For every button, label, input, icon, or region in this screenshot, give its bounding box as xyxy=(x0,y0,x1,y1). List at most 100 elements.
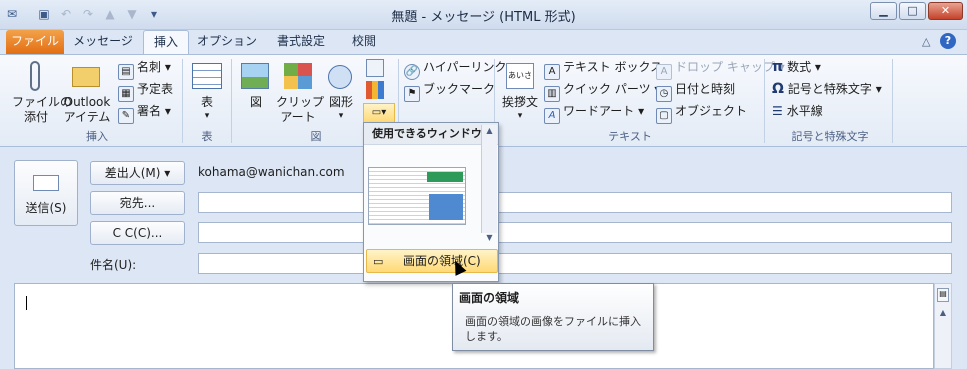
window-thumbnail[interactable] xyxy=(368,167,466,225)
screen-clipping-icon: ▭ xyxy=(373,255,384,268)
help-icon[interactable]: ? xyxy=(940,33,956,49)
horizontal-line-icon: ☰ xyxy=(772,104,783,118)
bookmark-button[interactable]: ⚑ ブックマーク xyxy=(404,79,495,102)
tab-file[interactable]: ファイル xyxy=(6,30,64,54)
dropdown-scrollbar[interactable]: ▲ ▼ xyxy=(481,125,497,242)
quick-parts-label: クイック パーツ xyxy=(563,82,651,96)
greeting-button[interactable]: あいさつ 挨拶文 ▾ xyxy=(500,59,540,125)
available-windows-header: 使用できるウィンドウ xyxy=(364,123,498,145)
greeting-dropdown-icon: ▾ xyxy=(517,111,523,121)
envelope-icon xyxy=(72,67,100,87)
tab-options[interactable]: オプション xyxy=(196,30,258,54)
insert-group-label: 挿入 xyxy=(86,130,108,143)
send-button[interactable]: 送信(S) xyxy=(14,160,78,226)
shapes-label: 図形 xyxy=(328,95,353,109)
cc-button[interactable]: C C(C)... xyxy=(90,221,185,245)
shapes-dropdown-icon: ▾ xyxy=(338,111,344,121)
calendar-button[interactable]: ▦ 予定表 xyxy=(118,79,174,102)
window-title: 無題 - メッセージ (HTML 形式) xyxy=(391,10,576,25)
smartart-icon[interactable] xyxy=(366,59,384,77)
group-divider xyxy=(892,59,893,143)
scroll-up-icon[interactable]: ▲ xyxy=(483,126,496,139)
screenshot-button[interactable]: ▭▾ xyxy=(363,103,395,123)
object-button[interactable]: ▢ オブジェクト xyxy=(656,101,748,124)
clipart-button[interactable]: クリップ アート xyxy=(276,59,325,125)
text-box-button[interactable]: Aテキスト ボックス ▾ xyxy=(544,57,672,80)
signature-icon: ✎ xyxy=(118,108,134,124)
hyperlink-button[interactable]: 🔗 ハイパーリンク xyxy=(404,57,507,80)
tab-message[interactable]: メッセージ xyxy=(70,30,136,54)
calendar-icon: ▦ xyxy=(118,86,134,102)
picture-button[interactable]: 図 xyxy=(238,59,274,125)
screenshot-dropdown: 使用できるウィンドウ ▲ ▼ ▭ 画面の領域(C) xyxy=(363,122,499,282)
close-button[interactable]: ✕ xyxy=(928,2,963,20)
tooltip-description: 画面の領域の画像をファイルに挿入します。 xyxy=(465,315,641,343)
table-button[interactable]: 表 ▾ xyxy=(188,59,226,125)
business-card-label: 名刺 xyxy=(137,60,162,74)
screen-clipping-tooltip: 画面の領域 画面の領域の画像をファイルに挿入します。 xyxy=(452,283,654,351)
subject-label: 件名(U): xyxy=(90,258,137,272)
symbols-group-label: 記号と特殊文字 xyxy=(791,130,869,143)
outlook-message-window: ✉ ▣ ↶ ↷ ▲ ▼ ▾ 無題 - メッセージ (HTML 形式) ▁ □ ✕… xyxy=(0,0,967,369)
wordart-icon: A xyxy=(544,108,560,124)
pi-icon: π xyxy=(772,59,784,75)
send-envelope-icon xyxy=(33,175,59,191)
clipart-icon xyxy=(284,63,312,89)
ruler-toggle-icon[interactable]: ▤ xyxy=(937,288,949,302)
drop-cap-button[interactable]: A ドロップ キャップ ▾ xyxy=(656,57,785,80)
subject-field[interactable] xyxy=(198,253,952,274)
business-card-icon: ▤ xyxy=(118,64,134,80)
object-label: オブジェクト xyxy=(675,104,748,118)
drop-cap-icon: A xyxy=(656,64,672,80)
symbol-button[interactable]: Ω 記号と特殊文字 ▾ xyxy=(772,79,882,99)
table-label: 表 xyxy=(200,95,213,109)
calendar-label: 予定表 xyxy=(137,82,174,96)
attach-file-label: ファイルの 添付 xyxy=(12,95,73,124)
equation-button[interactable]: π 数式 ▾ xyxy=(772,57,821,77)
thumbnail-green-bar xyxy=(427,172,463,182)
paperclip-icon xyxy=(30,61,40,91)
clipart-label: クリップ アート xyxy=(276,95,325,124)
scroll-down-icon[interactable]: ▼ xyxy=(483,233,496,246)
date-time-button[interactable]: ◷ 日付と時刻 xyxy=(656,79,736,102)
object-icon: ▢ xyxy=(656,108,672,124)
shapes-button[interactable]: 図形 ▾ xyxy=(322,59,360,125)
to-field[interactable] xyxy=(198,192,952,213)
group-divider xyxy=(764,59,765,143)
omega-icon: Ω xyxy=(772,81,784,97)
attach-file-button[interactable]: ファイルの 添付 xyxy=(12,59,73,125)
scroll-up-icon[interactable]: ▲ xyxy=(937,308,949,320)
horizontal-line-label: 水平線 xyxy=(786,104,823,118)
business-card-button[interactable]: ▤ 名刺 ▾ xyxy=(118,57,171,80)
hyperlink-icon: 🔗 xyxy=(404,64,420,80)
tab-insert[interactable]: 挿入 xyxy=(143,30,189,55)
greeting-icon: あいさつ xyxy=(506,63,534,104)
from-value: kohama@wanichan.com xyxy=(198,165,345,179)
horizontal-line-button[interactable]: ☰ 水平線 xyxy=(772,101,823,121)
quick-parts-icon: ▥ xyxy=(544,86,560,102)
symbol-label: 記号と特殊文字 xyxy=(787,82,872,96)
group-divider xyxy=(182,59,183,143)
tab-format[interactable]: 書式設定 xyxy=(268,30,334,54)
minimize-button[interactable]: ▁ xyxy=(870,2,897,20)
signature-label: 署名 xyxy=(137,104,162,118)
body-scrollbar[interactable]: ▤ ▲ xyxy=(934,283,952,369)
date-time-label: 日付と時刻 xyxy=(675,82,736,96)
chart-icon[interactable] xyxy=(366,81,384,99)
outlook-item-button[interactable]: Outlook アイテム xyxy=(62,59,112,125)
text-box-label: テキスト ボックス xyxy=(563,60,663,74)
send-label: 送信(S) xyxy=(25,201,67,215)
picture-label: 図 xyxy=(249,95,262,109)
table-group-label: 表 xyxy=(201,130,213,143)
from-button[interactable]: 差出人(M) ▾ xyxy=(90,161,185,185)
quick-parts-button[interactable]: ▥クイック パーツ ▾ xyxy=(544,79,660,102)
maximize-button[interactable]: □ xyxy=(899,2,926,20)
collapse-ribbon-icon[interactable]: △ xyxy=(922,35,930,48)
cc-field[interactable] xyxy=(198,222,952,243)
screen-clipping-item[interactable]: ▭ 画面の領域(C) xyxy=(366,249,498,273)
signature-button[interactable]: ✎ 署名 ▾ xyxy=(118,101,171,124)
tab-review[interactable]: 校閲 xyxy=(343,30,385,54)
wordart-button[interactable]: A ワードアート ▾ xyxy=(544,101,644,124)
thumbnail-blue-block xyxy=(429,194,463,220)
to-button[interactable]: 宛先... xyxy=(90,191,185,215)
